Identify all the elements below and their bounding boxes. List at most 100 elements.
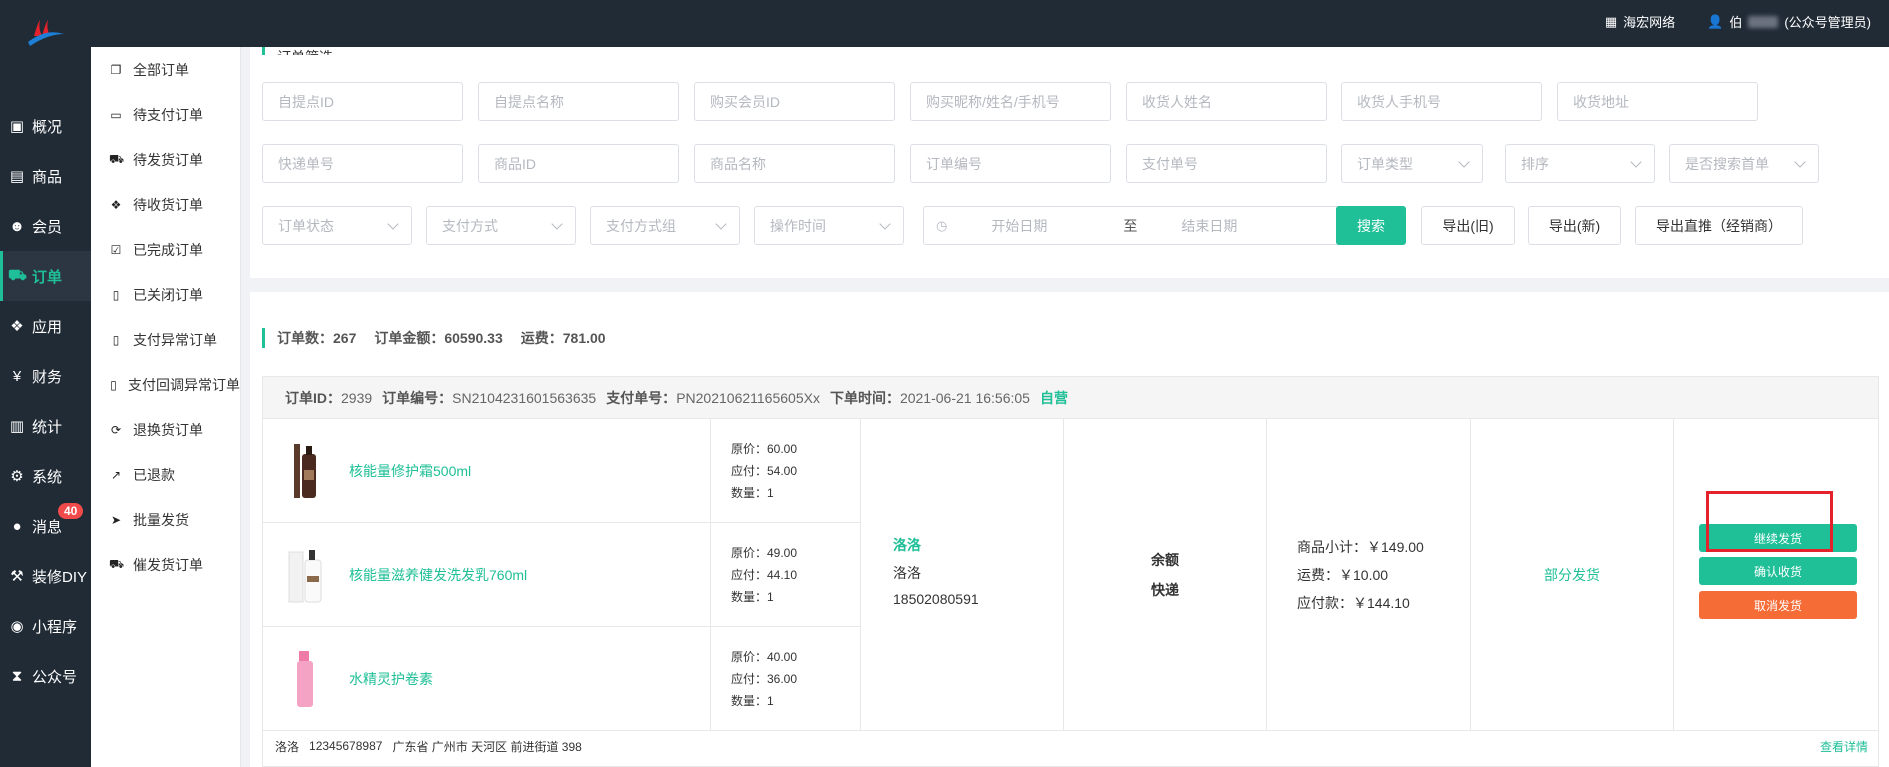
nav-system[interactable]: ⚙ 系统 <box>0 451 91 501</box>
highlight-box <box>1706 491 1833 552</box>
nav-apps[interactable]: ❖ 应用 <box>0 301 91 351</box>
goods-id-input[interactable]: 商品ID <box>478 144 679 183</box>
user-menu[interactable]: 👤 伯 (公众号管理员) <box>1707 12 1871 31</box>
pay-no-input[interactable]: 支付单号 <box>1126 144 1327 183</box>
subnav-refunded[interactable]: ↗ 已退款 <box>91 452 240 497</box>
order-status-select[interactable]: 订单状态 <box>262 206 412 245</box>
card-icon: ▭ <box>110 107 122 122</box>
cancel-ship-button[interactable]: 取消发货 <box>1699 591 1857 619</box>
store-name: 海宏网络 <box>1623 15 1676 30</box>
express-no-input[interactable]: 快递单号 <box>262 144 463 183</box>
subnav-unshipped[interactable]: ⛟ 待发货订单 <box>91 137 240 182</box>
pay-no-label: 支付单号： <box>606 389 677 406</box>
product-row: 核能量滋养健发洗发乳760ml <box>263 523 711 627</box>
goods-name-input[interactable]: 商品名称 <box>694 144 895 183</box>
status-text: 部分发货 <box>1544 567 1600 583</box>
nav-orders[interactable]: ⛟ 订单 <box>0 251 91 301</box>
original-price: 原价：60.00 <box>731 442 798 456</box>
order-subnav: ❐ 全部订单 ▭ 待支付订单 ⛟ 待发货订单 ❖ 待收货订单 ☑ 已完成订单 ▯ 已关闭订单… <box>91 47 241 767</box>
sort-select[interactable]: 排序 <box>1505 144 1655 183</box>
member-id-input[interactable]: 购买会员ID <box>694 82 895 121</box>
subnav-completed[interactable]: ☑ 已完成订单 <box>91 227 240 272</box>
view-detail-link[interactable]: 查看详情 <box>1820 738 1868 755</box>
user-prefix: 伯 <box>1729 15 1743 30</box>
subnav-label: 批量发货 <box>133 511 189 528</box>
buyer-nick[interactable]: 洛洛 <box>893 535 1063 555</box>
order-no-input[interactable]: 订单编号 <box>910 144 1111 183</box>
subnav-pay-error[interactable]: ▯ 支付异常订单 <box>91 317 240 362</box>
message-badge: 40 <box>58 503 84 519</box>
receiver-address: 广东省 广州市 天河区 前进街道 398 <box>392 739 582 754</box>
search-button[interactable]: 搜索 <box>1336 206 1406 245</box>
subnav-unreceived[interactable]: ❖ 待收货订单 <box>91 182 240 227</box>
order-no-label: 订单编号： <box>382 389 453 406</box>
nav-overview[interactable]: ▣ 概况 <box>0 101 91 151</box>
copy-icon: ❐ <box>110 62 122 77</box>
subnav-urge[interactable]: ⛟ 催发货订单 <box>91 542 240 587</box>
first-order-select[interactable]: 是否搜索首单 <box>1669 144 1819 183</box>
start-date: 开始日期 <box>991 217 1048 234</box>
subnav-all-orders[interactable]: ❐ 全部订单 <box>91 47 240 92</box>
export-direct-button[interactable]: 导出直推（经销商） <box>1635 206 1803 245</box>
trash-icon: ▯ <box>112 332 120 347</box>
receiver-name-input[interactable]: 收货人姓名 <box>1126 82 1327 121</box>
store-switch[interactable]: ▦ 海宏网络 <box>1605 12 1675 31</box>
product-name[interactable]: 水精灵护卷素 <box>349 669 433 689</box>
product-image[interactable] <box>285 545 325 605</box>
product-name[interactable]: 核能量滋养健发洗发乳760ml <box>349 565 527 585</box>
product-image[interactable] <box>285 441 325 501</box>
nav-goods[interactable]: ▤ 商品 <box>0 151 91 201</box>
operate-time-select[interactable]: 操作时间 <box>754 206 904 245</box>
receiver-address-input[interactable]: 收货地址 <box>1557 82 1758 121</box>
share-icon: ↗ <box>110 467 122 482</box>
nav-finance[interactable]: ¥ 财务 <box>0 351 91 401</box>
subnav-returns[interactable]: ⟳ 退换货订单 <box>91 407 240 452</box>
pickup-id-input[interactable]: 自提点ID <box>262 82 463 121</box>
date-separator: 至 <box>1123 217 1138 234</box>
export-new-button[interactable]: 导出(新) <box>1528 206 1621 245</box>
nav-messages[interactable]: ● 消息 40 <box>0 501 91 551</box>
subnav-label: 已关闭订单 <box>133 286 203 303</box>
main-sidebar: ▣ 概况 ▤ 商品 ☻ 会员 ⛟ 订单 ❖ 应用 ¥ 财务 ▥ 统计 ⚙ 系统 ● 消息 40 ⚒ 装… <box>0 47 91 767</box>
original-price: 原价：40.00 <box>731 650 798 664</box>
buyer-input[interactable]: 购买昵称/姓名/手机号 <box>910 82 1111 121</box>
subnav-unpaid[interactable]: ▭ 待支付订单 <box>91 92 240 137</box>
pay-group-select[interactable]: 支付方式组 <box>590 206 740 245</box>
subnav-callback-error[interactable]: ▯ 支付回调异常订单 <box>91 362 240 407</box>
check-square-icon: ☑ <box>110 242 122 257</box>
buyer-name: 洛洛 <box>893 565 921 581</box>
nav-diy[interactable]: ⚒ 装修DIY <box>0 551 91 601</box>
export-old-button[interactable]: 导出(旧) <box>1421 206 1515 245</box>
subnav-label: 催发货订单 <box>133 556 203 573</box>
subnav-closed[interactable]: ▯ 已关闭订单 <box>91 272 240 317</box>
product-name[interactable]: 核能量修护霜500ml <box>349 461 471 481</box>
pay-no: PN20210621165605Xx <box>676 389 820 406</box>
top-bar: ▦ 海宏网络 👤 伯 (公众号管理员) <box>0 0 1889 47</box>
nav-official-account[interactable]: ⧗ 公众号 <box>0 651 91 701</box>
order-type-select[interactable]: 订单类型 <box>1341 144 1483 183</box>
nav-members[interactable]: ☻ 会员 <box>0 201 91 251</box>
receiver-phone-input[interactable]: 收货人手机号 <box>1341 82 1542 121</box>
date-range-picker[interactable]: ◷ 开始日期 至 结束日期 <box>923 206 1357 245</box>
nav-label: 概况 <box>32 118 63 136</box>
nav-stats[interactable]: ▥ 统计 <box>0 401 91 451</box>
buyer-info: 洛洛 洛洛 18502080591 <box>861 419 1064 731</box>
pickup-name-input[interactable]: 自提点名称 <box>478 82 679 121</box>
logo-icon <box>28 20 64 46</box>
receiver-phone: 12345678987 <box>309 739 383 753</box>
nav-label: 小程序 <box>32 618 78 636</box>
nav-label: 财务 <box>32 368 63 386</box>
user-role: (公众号管理员) <box>1784 15 1871 30</box>
order-status: 部分发货 <box>1471 419 1674 731</box>
subnav-label: 全部订单 <box>133 61 189 78</box>
wechat-icon: ◉ <box>10 618 24 635</box>
product-image[interactable] <box>285 649 325 709</box>
payable-amount: 应付款：￥144.10 <box>1297 595 1410 611</box>
goods-icon: ▤ <box>9 168 25 185</box>
confirm-receipt-button[interactable]: 确认收货 <box>1699 557 1857 585</box>
nav-miniprogram[interactable]: ◉ 小程序 <box>0 601 91 651</box>
subnav-batch-ship[interactable]: ➤ 批量发货 <box>91 497 240 542</box>
subnav-label: 支付回调异常订单 <box>128 376 240 393</box>
pay-method-select[interactable]: 支付方式 <box>426 206 576 245</box>
receiver-name: 洛洛 <box>275 739 300 754</box>
